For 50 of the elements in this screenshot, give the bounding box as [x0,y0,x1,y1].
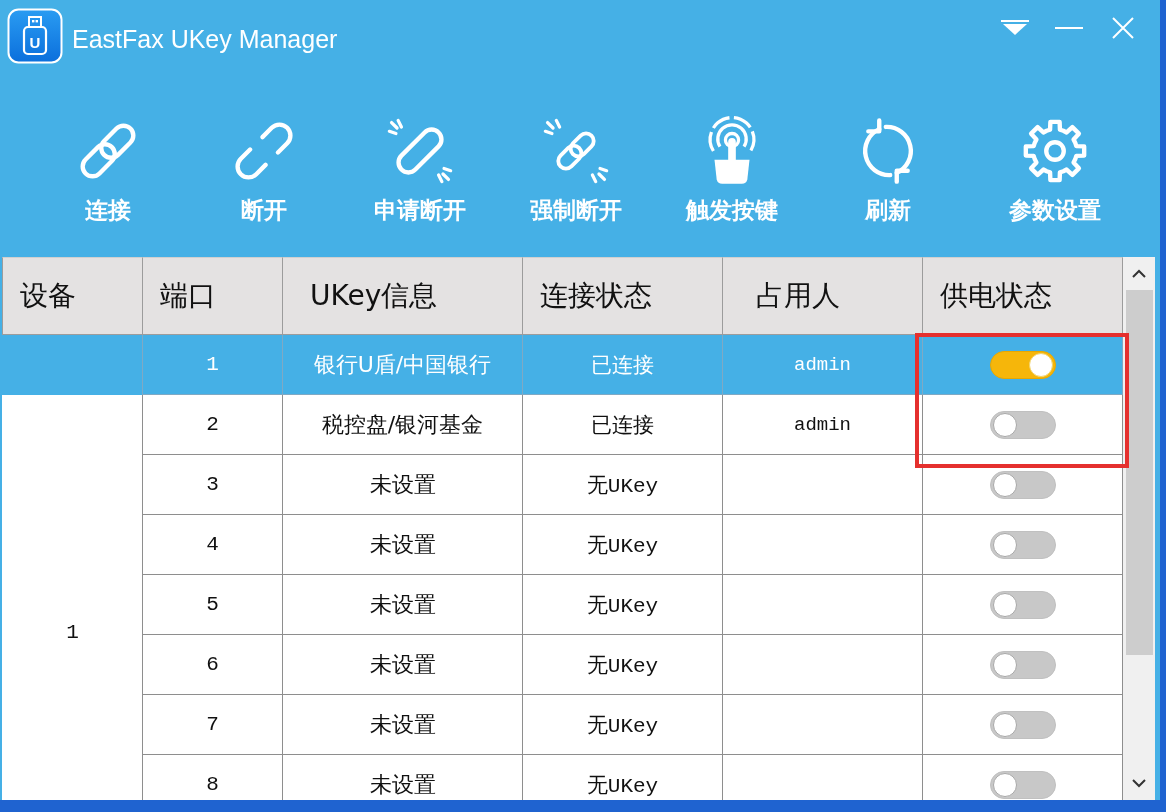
table-cell: admin [794,353,851,376]
table-cell-text: 税控盘/银河基金 [321,410,484,439]
table-cell-text: 未设置 [369,470,436,499]
column-header[interactable]: UKey信息 [283,257,523,335]
table-cell-text: 银行U盾/中国银行 [313,350,492,379]
column-header[interactable]: 连接状态 [523,257,723,335]
link-spark-icon [385,116,455,186]
table-cell-text: 无UKey [586,713,659,739]
minimize-icon [1055,27,1083,29]
close-icon [1112,17,1134,39]
column-header[interactable]: 供电状态 [923,257,1123,335]
table-cell: 7 [206,713,219,736]
table-cell: 3 [206,473,219,496]
table-cell: 2 [206,413,219,436]
table-cell: admin [794,413,851,436]
table-cell-text: 无UKey [586,653,659,679]
column-header[interactable]: 占用人 [723,257,923,335]
power-toggle[interactable] [989,530,1056,559]
table-cell-text: 未设置 [369,530,436,559]
chevron-up-icon [1132,269,1146,278]
power-toggle[interactable] [989,590,1056,619]
table-cell: 1 [206,353,219,376]
table-cell-text: 无UKey [586,773,659,799]
table-cell: 5 [206,593,219,616]
table-cell-text: 未设置 [369,770,436,799]
power-toggle[interactable] [989,710,1056,739]
power-toggle[interactable] [989,410,1056,439]
table-cell-text: 未设置 [369,650,436,679]
column-header[interactable]: 端口 [143,257,283,335]
table-cell-text: 无UKey [586,593,659,619]
table-cell-text: 已连接 [591,413,654,439]
power-toggle[interactable] [989,350,1056,379]
table-cell-text: 未设置 [369,710,436,739]
chevron-down-icon [1132,779,1146,788]
table-cell-text: 未设置 [369,590,436,619]
table-cell: 6 [206,653,219,676]
table-cell: 8 [206,773,219,796]
chain-spark-icon [541,116,611,186]
app-logo: U [7,8,63,64]
window-title: EastFax UKey Manager [72,24,338,55]
table-cell-text: 无UKey [586,533,659,559]
table-cell-text: 无UKey [586,473,659,499]
power-toggle[interactable] [989,650,1056,679]
table-cell-text: 已连接 [591,353,654,379]
scrollbar-thumb[interactable] [1125,290,1153,655]
power-toggle[interactable] [989,470,1056,499]
caret-down-icon [1001,20,1029,36]
column-header[interactable]: 设备 [2,257,143,335]
power-toggle[interactable] [989,770,1056,799]
table-cell: 4 [206,533,219,556]
